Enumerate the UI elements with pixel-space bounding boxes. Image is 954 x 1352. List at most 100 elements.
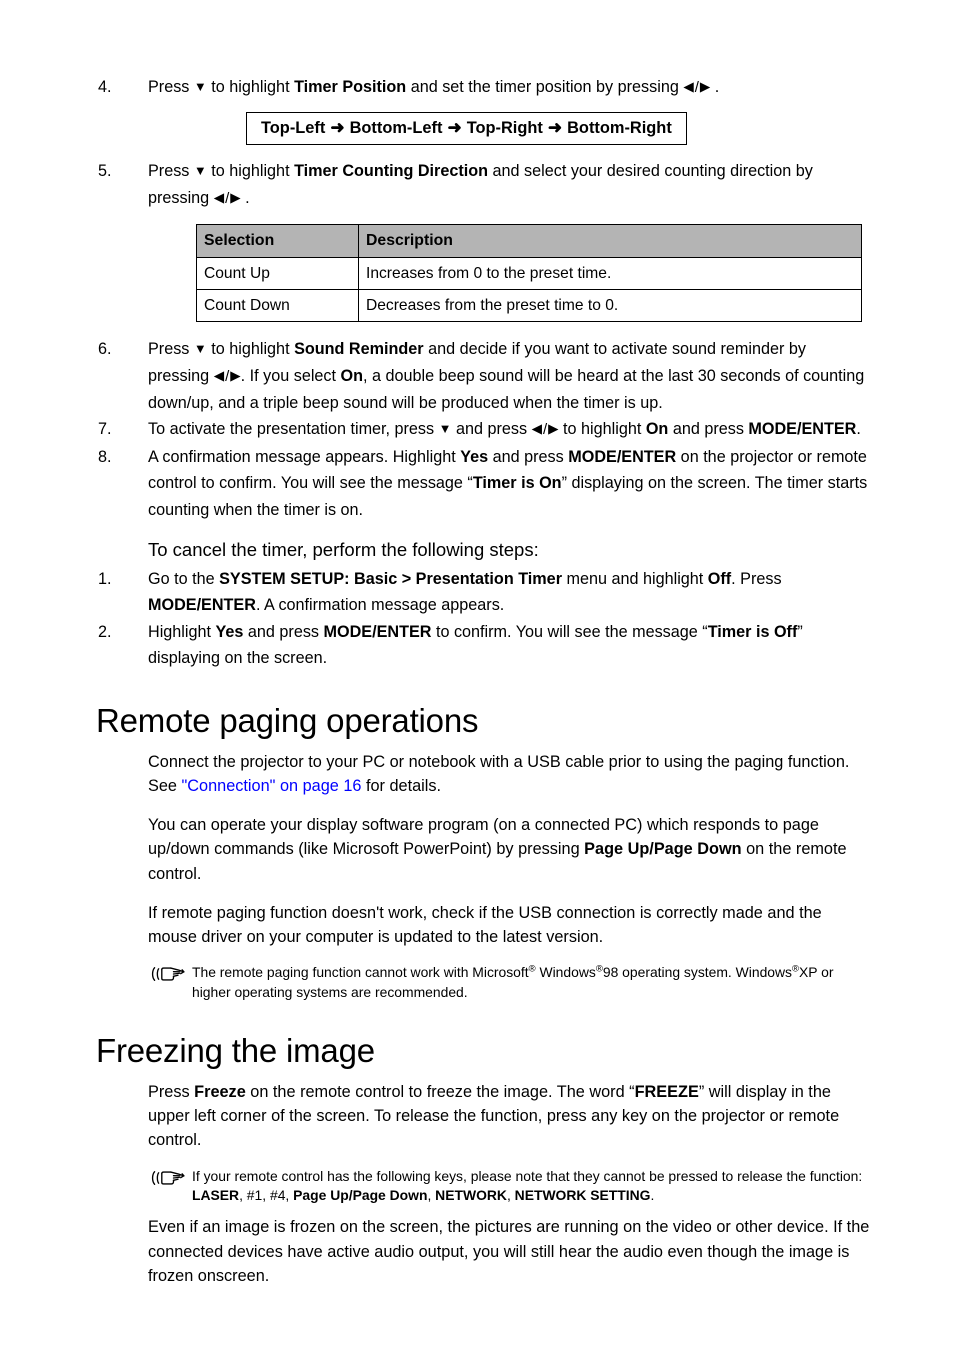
left-right-triangle-icons: ◀/▶ — [532, 420, 559, 438]
position-option-bottom-left: Bottom-Left — [349, 119, 443, 138]
step-text: Press ▼ to highlight Timer Position and … — [148, 78, 720, 96]
document-page: 4. Press ▼ to highlight Timer Position a… — [0, 0, 954, 1352]
step-item: 2. Highlight Yes and press MODE/ENTER to… — [96, 619, 870, 672]
step-text: A confirmation message appears. Highligh… — [148, 447, 868, 519]
section-heading-remote-paging: Remote paging operations — [96, 701, 479, 739]
step-text: Go to the SYSTEM SETUP: Basic > Presenta… — [148, 570, 782, 615]
step-text: Highlight Yes and press MODE/ENTER to co… — [148, 622, 803, 668]
step-item: 8. A confirmation message appears. Highl… — [96, 444, 870, 523]
bold-term: Timer Position — [294, 78, 407, 96]
step-item: 5. Press ▼ to highlight Timer Counting D… — [96, 158, 870, 212]
step-item: 4. Press ▼ to highlight Timer Position a… — [96, 74, 870, 101]
right-triangle-icon: ▶ — [548, 421, 559, 437]
bold-term: Timer Counting Direction — [294, 162, 489, 181]
paragraph: Connect the projector to your PC or note… — [148, 752, 850, 795]
position-option-top-left: Top-Left — [261, 119, 326, 138]
step-text: Press ▼ to highlight Timer Counting Dire… — [148, 162, 813, 207]
timer-position-sequence-box: Top-Left ➜ Bottom-Left ➜ Top-Right ➜ Bottom-Ri… — [246, 112, 687, 146]
left-triangle-icon: ◀ — [213, 189, 225, 205]
left-right-triangle-icons: ◀/▶ — [214, 189, 241, 207]
bold-term: Yes — [215, 622, 244, 641]
down-triangle-icon: ▼ — [193, 163, 207, 179]
bold-term: Timer is Off — [707, 622, 798, 641]
bold-term: MODE/ENTER — [148, 596, 256, 615]
step-number: 6. — [98, 340, 112, 359]
note-text: The remote paging function cannot work w… — [192, 963, 834, 1000]
step-item: 7. To activate the presentation timer, p… — [96, 416, 870, 443]
timer-steps-list-tail: 6. Press ▼ to highlight Sound Reminder a… — [96, 336, 870, 523]
bold-term: FREEZE — [634, 1082, 699, 1101]
table-row: Count Up Increases from 0 to the preset … — [196, 257, 862, 291]
column-header-description: Description — [358, 224, 862, 259]
bold-term: Yes — [460, 447, 489, 466]
note-freeze-keys: If your remote control has the following… — [148, 1167, 870, 1206]
counting-direction-table: Selection Description Count Up Increases… — [196, 224, 862, 323]
note-remote-paging: The remote paging function cannot work w… — [148, 963, 870, 1002]
position-option-bottom-right: Bottom-Right — [567, 119, 672, 138]
bold-term: NETWORK — [435, 1186, 507, 1203]
paragraph: You can operate your display software pr… — [148, 816, 847, 883]
bold-term: MODE/ENTER — [323, 622, 432, 641]
bold-term: Sound Reminder — [294, 340, 424, 359]
left-triangle-icon: ◀ — [683, 79, 694, 94]
step-number: 5. — [98, 162, 112, 181]
down-triangle-icon: ▼ — [193, 79, 207, 94]
left-triangle-icon: ◀ — [213, 367, 225, 383]
step-item: 1. Go to the SYSTEM SETUP: Basic > Prese… — [96, 566, 870, 619]
bold-term: SYSTEM SETUP: Basic > Presentation Timer — [219, 570, 562, 589]
cancel-timer-steps-list: 1. Go to the SYSTEM SETUP: Basic > Prese… — [96, 566, 870, 672]
right-triangle-icon: ▶ — [699, 79, 711, 94]
left-triangle-icon: ◀ — [531, 421, 542, 437]
bold-term: On — [340, 366, 363, 385]
step-number: 2. — [98, 622, 112, 641]
registered-trademark-symbol: ® — [595, 963, 603, 975]
bold-term: Timer is On — [472, 474, 562, 493]
registered-trademark-symbol: ® — [528, 963, 536, 975]
bold-term: MODE/ENTER — [748, 420, 857, 439]
left-right-triangle-icons: ◀/▶ — [214, 367, 241, 385]
bold-term: Freeze — [194, 1082, 246, 1101]
bold-term: Page Up/Page Down — [584, 840, 742, 859]
down-triangle-icon: ▼ — [193, 341, 207, 357]
paragraph: If remote paging function doesn't work, … — [148, 903, 822, 946]
down-triangle-icon: ▼ — [438, 421, 452, 437]
note-text: If your remote control has the following… — [192, 1167, 863, 1203]
cancel-timer-heading: To cancel the timer, perform the followi… — [148, 539, 539, 561]
step-text: To activate the presentation timer, pres… — [148, 420, 861, 439]
pointing-hand-icon — [151, 964, 187, 984]
step-number: 8. — [98, 447, 112, 466]
bold-term: Page Up/Page Down — [293, 1186, 428, 1203]
right-triangle-icon: ▶ — [230, 367, 241, 383]
bold-term: MODE/ENTER — [568, 447, 677, 466]
table-header-row: Selection Description — [196, 224, 862, 259]
step-number: 7. — [98, 420, 112, 439]
cell-description: Decreases from the preset time to 0. — [358, 289, 862, 323]
bold-term: LASER — [192, 1186, 240, 1203]
timer-steps-list: 4. Press ▼ to highlight Timer Position a… — [96, 74, 870, 101]
bold-term: Off — [707, 570, 732, 589]
column-header-selection: Selection — [196, 224, 359, 259]
step-item: 6. Press ▼ to highlight Sound Reminder a… — [96, 336, 870, 416]
bold-term: On — [645, 420, 669, 439]
step-text: Press ▼ to highlight Sound Reminder and … — [148, 340, 865, 413]
paragraph: Even if an image is frozen on the screen… — [148, 1218, 870, 1285]
timer-steps-list-continued: 5. Press ▼ to highlight Timer Counting D… — [96, 158, 870, 212]
cell-description: Increases from 0 to the preset time. — [358, 257, 862, 291]
right-triangle-icon: ▶ — [230, 189, 241, 205]
paragraph: Press Freeze on the remote control to fr… — [148, 1082, 840, 1150]
cell-selection: Count Up — [196, 257, 359, 291]
sequence-arrow-icon: ➜ — [330, 118, 345, 138]
step-number: 4. — [98, 78, 112, 96]
sequence-arrow-icon: ➜ — [547, 118, 563, 138]
pointing-hand-icon — [151, 1168, 187, 1188]
section-heading-freezing-image: Freezing the image — [96, 1031, 375, 1069]
bold-term: NETWORK SETTING — [514, 1186, 651, 1203]
registered-trademark-symbol: ® — [792, 963, 799, 975]
step-number: 1. — [98, 570, 112, 589]
left-right-triangle-icons: ◀/▶ — [683, 78, 710, 96]
cell-selection: Count Down — [196, 289, 359, 323]
position-option-top-right: Top-Right — [466, 119, 543, 138]
cross-reference-link[interactable]: "Connection" on page 16 — [182, 777, 362, 795]
sequence-arrow-icon: ➜ — [447, 118, 462, 138]
table-row: Count Down Decreases from the preset tim… — [196, 289, 862, 323]
